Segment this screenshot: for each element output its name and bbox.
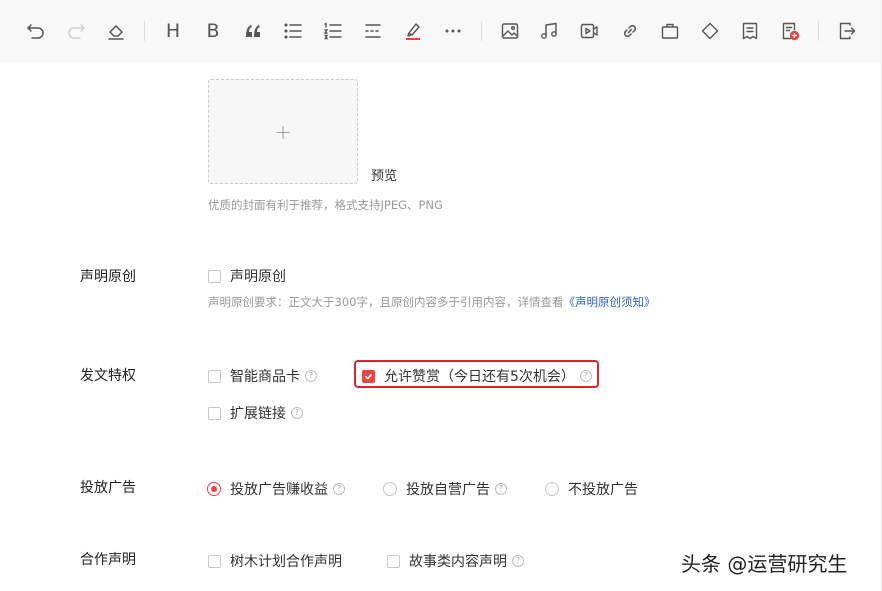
cooperation-label: 合作声明 xyxy=(80,552,136,568)
smart-product-card-checkbox[interactable] xyxy=(208,369,221,383)
help-icon[interactable]: ? xyxy=(512,555,524,567)
more-icon[interactable] xyxy=(442,19,464,43)
numbered-list-icon[interactable] xyxy=(322,19,344,43)
extend-link-option[interactable]: 扩展链接 ? xyxy=(208,403,303,423)
ads-self-radio[interactable] xyxy=(383,482,397,496)
video-icon[interactable] xyxy=(578,19,600,43)
allow-reward-option[interactable]: 允许赞赏（今日还有5次机会） ? xyxy=(362,366,592,386)
bag-icon[interactable] xyxy=(659,19,681,43)
ads-revenue-option[interactable]: 投放广告赚收益 ? xyxy=(207,479,345,499)
original-hint: 声明原创要求：正文大于300字，且原创内容多于引用内容，详情查看《声明原创须知》 xyxy=(208,294,655,310)
diamond-icon[interactable] xyxy=(699,19,721,43)
ads-none-radio[interactable] xyxy=(545,482,559,496)
story-content-option[interactable]: 故事类内容声明 ? xyxy=(387,551,524,571)
allow-reward-label: 允许赞赏（今日还有5次机会） xyxy=(384,369,575,385)
eraser-icon[interactable] xyxy=(105,19,127,43)
cover-hint: 优质的封面有利于推荐，格式支持JPEG、PNG xyxy=(208,198,443,212)
extend-link-label: 扩展链接 xyxy=(230,406,286,422)
divider-icon[interactable] xyxy=(362,19,384,43)
toolbar-separator xyxy=(144,21,145,41)
tree-plan-checkbox[interactable] xyxy=(208,554,221,568)
heading-icon[interactable]: H xyxy=(162,19,184,43)
highlight-pen-icon[interactable] xyxy=(402,19,424,43)
undo-icon[interactable] xyxy=(25,19,47,43)
original-hint-text: 声明原创要求：正文大于300字，且原创内容多于引用内容，详情查看 xyxy=(208,295,564,309)
ads-none-option[interactable]: 不投放广告 xyxy=(545,479,638,499)
smart-product-card-label: 智能商品卡 xyxy=(230,369,300,385)
cover-upload-box[interactable]: + xyxy=(208,79,358,184)
help-icon[interactable]: ? xyxy=(579,370,592,382)
help-icon[interactable]: ? xyxy=(495,483,507,495)
smart-product-card-option[interactable]: 智能商品卡 ? xyxy=(208,366,317,386)
tree-plan-option[interactable]: 树木计划合作声明 xyxy=(208,551,342,571)
quote-icon[interactable] xyxy=(242,19,264,43)
editor-toolbar: H B xyxy=(0,0,882,62)
original-checkbox-label: 声明原创 xyxy=(230,269,286,285)
original-checkbox[interactable] xyxy=(208,269,221,283)
ads-self-label: 投放自营广告 xyxy=(406,482,490,498)
story-content-label: 故事类内容声明 xyxy=(409,554,507,570)
export-icon[interactable] xyxy=(836,19,858,43)
extend-link-checkbox[interactable] xyxy=(208,406,221,420)
help-icon[interactable]: ? xyxy=(291,407,303,419)
ads-label: 投放广告 xyxy=(80,480,136,496)
check-icon xyxy=(364,373,373,379)
ads-revenue-radio[interactable] xyxy=(207,482,221,496)
redo-icon[interactable] xyxy=(65,19,87,43)
tree-plan-label: 树木计划合作声明 xyxy=(230,554,342,570)
watermark: 头条 @运营研究生 xyxy=(681,552,848,576)
image-icon[interactable] xyxy=(499,19,521,43)
bullet-list-icon[interactable] xyxy=(282,19,304,43)
privileges-label: 发文特权 xyxy=(80,368,136,384)
allow-reward-checkbox[interactable] xyxy=(362,369,375,383)
original-label: 声明原创 xyxy=(80,269,136,285)
ads-self-option[interactable]: 投放自营广告 ? xyxy=(383,479,507,499)
original-checkbox-option[interactable]: 声明原创 xyxy=(208,266,286,286)
toolbar-separator xyxy=(818,21,819,41)
document-icon[interactable] xyxy=(739,19,761,43)
original-guide-link[interactable]: 《声明原创须知》 xyxy=(563,295,655,309)
bold-icon[interactable]: B xyxy=(202,19,224,43)
preview-link[interactable]: 预览 xyxy=(371,165,397,184)
help-icon[interactable]: ? xyxy=(333,483,345,495)
help-icon[interactable]: ? xyxy=(305,370,317,382)
ads-revenue-label: 投放广告赚收益 xyxy=(230,482,328,498)
story-content-checkbox[interactable] xyxy=(387,554,400,568)
music-icon[interactable] xyxy=(538,19,560,43)
toolbar-separator xyxy=(481,21,482,41)
add-document-icon[interactable] xyxy=(779,19,801,43)
link-icon[interactable] xyxy=(619,19,641,43)
ads-none-label: 不投放广告 xyxy=(568,482,638,498)
add-icon: + xyxy=(274,119,292,144)
